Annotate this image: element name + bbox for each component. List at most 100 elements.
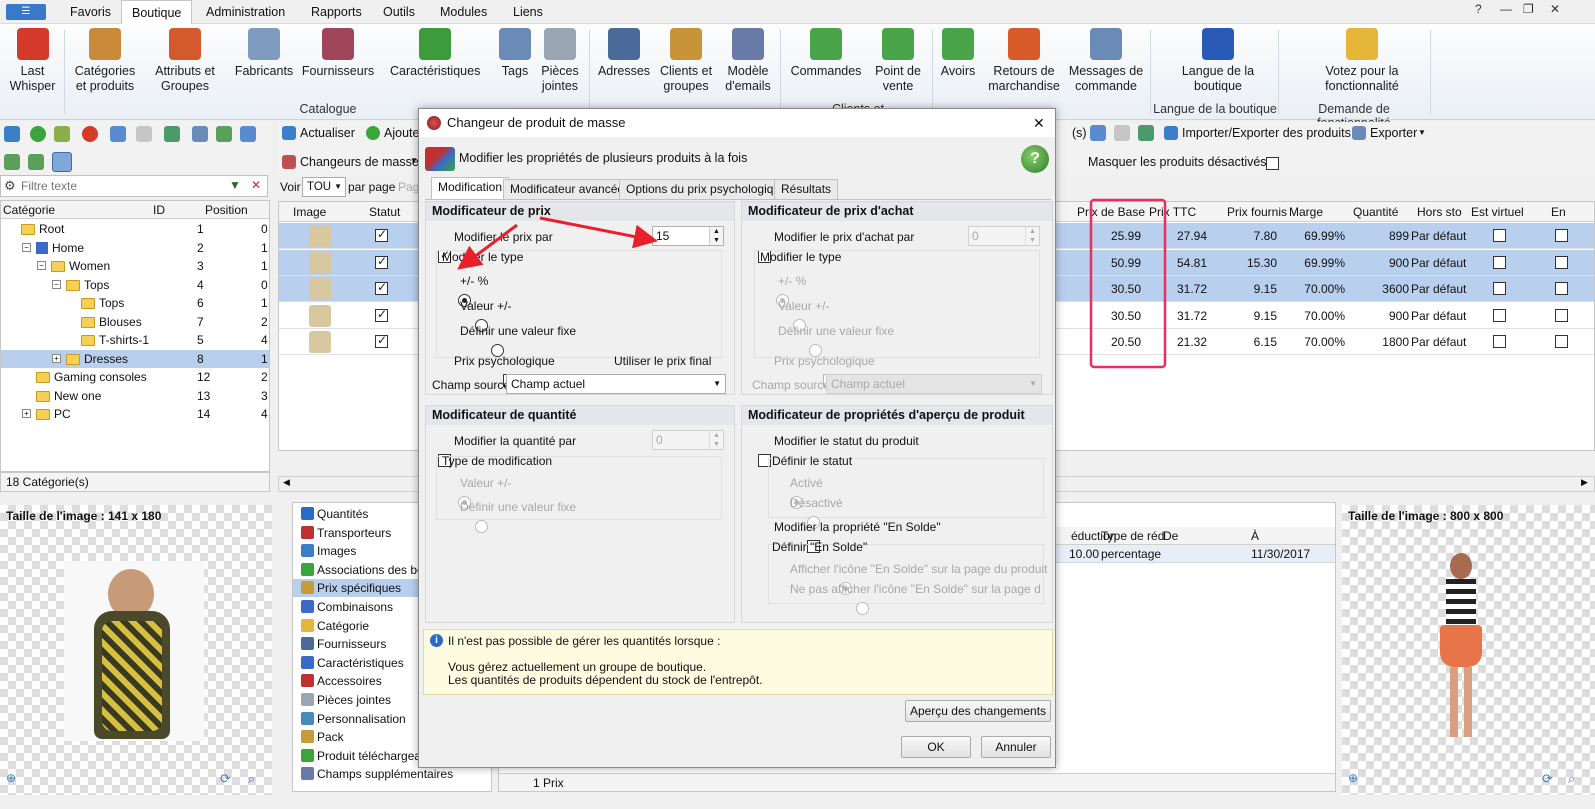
filter-icon[interactable]: ▼ — [229, 178, 241, 192]
en-checkbox[interactable] — [1555, 335, 1568, 348]
status-checkbox[interactable] — [375, 307, 388, 322]
attachments-button[interactable]: Pièces jointes — [538, 28, 582, 94]
tab-rapports[interactable]: Rapports — [301, 0, 372, 24]
close-dialog-icon[interactable]: ✕ — [1033, 109, 1045, 137]
col-virtual[interactable]: Est virtuel — [1471, 205, 1524, 219]
status-checkbox[interactable] — [375, 254, 388, 269]
export-button[interactable]: Exporter — [1370, 126, 1417, 140]
purchase-value-stepper[interactable]: 0 ▲ ▼ — [968, 226, 1040, 246]
tab-modification[interactable]: Modification — [431, 177, 510, 200]
grid-view-icon[interactable] — [52, 152, 72, 172]
move-icon[interactable] — [164, 126, 180, 142]
customers-groups-button[interactable]: Clients et groupes — [656, 28, 716, 94]
suppliers-button[interactable]: Fournisseurs — [300, 28, 376, 79]
hide-disabled-checkbox[interactable] — [1266, 157, 1279, 171]
add-icon[interactable] — [30, 126, 46, 142]
orders-button[interactable]: Commandes — [788, 28, 864, 79]
tab-results[interactable]: Résultats — [774, 179, 839, 199]
tab-liens[interactable]: Liens — [503, 0, 553, 24]
copy-icon[interactable] — [110, 126, 126, 142]
tree-node-blouses[interactable]: Blouses 7 2 — [1, 313, 269, 332]
help-icon[interactable]: ? — [1475, 2, 1482, 16]
tab-outils[interactable]: Outils — [373, 0, 425, 24]
rotate-icon[interactable]: ⟳ — [220, 771, 231, 787]
per-page-select[interactable]: TOU ▼ — [302, 177, 346, 197]
col-out-of-stock[interactable]: Hors sto — [1417, 205, 1462, 219]
tree-node-women[interactable]: − Women 3 1 — [1, 257, 269, 276]
order-messages-button[interactable]: Messages de commande — [1068, 28, 1144, 94]
settings-gear-icon[interactable]: ⚙ — [4, 178, 16, 194]
shop-language-button[interactable]: Langue de la boutique — [1168, 28, 1268, 94]
virtual-checkbox[interactable] — [1493, 335, 1506, 348]
tree-node-gaming-consoles[interactable]: Gaming consoles 12 2 — [1, 368, 269, 387]
status-checkbox[interactable] — [375, 333, 388, 348]
col-en[interactable]: En — [1551, 205, 1566, 219]
virtual-checkbox[interactable] — [1493, 308, 1506, 322]
help-globe-icon[interactable]: ? — [1021, 145, 1049, 173]
attributes-groups-button[interactable]: Attributs et Groupes — [152, 28, 218, 94]
manufacturers-button[interactable]: Fabricants — [232, 28, 296, 79]
email-templates-button[interactable]: Modèle d'emails — [722, 28, 774, 94]
tree-add-icon[interactable] — [4, 154, 20, 170]
tree-node-tops[interactable]: − Tops 4 0 — [1, 276, 269, 295]
delete-icon[interactable] — [82, 126, 98, 142]
price-source-select[interactable]: Champ actuel ▼ — [506, 374, 726, 394]
paste-icon[interactable] — [136, 126, 152, 142]
tab-modules[interactable]: Modules — [430, 0, 497, 24]
refresh-button[interactable]: Actualiser — [300, 126, 355, 140]
clear-filter-icon[interactable]: ✕ — [251, 178, 261, 192]
virtual-checkbox[interactable] — [1493, 282, 1506, 295]
expand-toggle-icon[interactable]: + — [22, 409, 31, 418]
tree-node-home[interactable]: − Home 2 1 — [1, 239, 269, 258]
list-icon[interactable] — [192, 126, 208, 142]
en-checkbox[interactable] — [1555, 229, 1568, 242]
cancel-button[interactable]: Annuler — [981, 736, 1051, 758]
ok-button[interactable]: OK — [901, 736, 971, 758]
add-product-button[interactable]: Ajoute — [384, 126, 419, 140]
purchase-source-select[interactable]: Champ actuel ▼ — [826, 374, 1042, 394]
filter-text-input[interactable] — [21, 177, 221, 195]
tree-child-icon[interactable] — [28, 154, 44, 170]
refresh-icon[interactable] — [4, 126, 20, 142]
expand-toggle-icon[interactable]: − — [22, 242, 31, 252]
en-checkbox[interactable] — [1555, 255, 1568, 269]
expand-toggle-icon[interactable]: − — [52, 279, 61, 289]
tree-node-tops[interactable]: Tops 6 1 — [1, 294, 269, 313]
categories-products-button[interactable]: Catégories et produits — [72, 28, 138, 94]
col-quantity[interactable]: Quantité — [1353, 205, 1398, 219]
status-checkbox[interactable] — [375, 280, 388, 295]
col-base-price[interactable]: Prix de Base — [1077, 205, 1145, 219]
paste-products-icon[interactable] — [1114, 125, 1130, 141]
virtual-checkbox[interactable] — [1493, 229, 1506, 242]
col-margin[interactable]: Marge — [1289, 205, 1323, 219]
last-whisper-button[interactable]: Last Whisper — [5, 28, 60, 94]
right-zoom-level-icon[interactable]: ⊕ — [1348, 771, 1358, 785]
import-export-button[interactable]: Importer/Exporter des produits — [1182, 126, 1351, 140]
tab-boutique[interactable]: Boutique — [121, 0, 193, 24]
features-button[interactable]: Caractéristiques — [390, 28, 480, 79]
col-id[interactable]: ID — [153, 203, 165, 217]
zoom-level-icon[interactable]: ⊕ — [6, 771, 16, 785]
tree-node-root[interactable]: Root 1 0 — [1, 220, 269, 239]
tab-favoris[interactable]: Favoris — [60, 0, 121, 24]
col-price-ttc[interactable]: Prix TTC — [1149, 205, 1196, 219]
point-of-sale-button[interactable]: Point de vente — [870, 28, 926, 94]
status-checkbox[interactable] — [375, 227, 388, 242]
edit-icon[interactable] — [54, 126, 70, 142]
zoom-icon[interactable]: ⌕ — [248, 771, 255, 787]
restore-icon[interactable]: ❐ — [1523, 2, 1534, 16]
sort-down-icon[interactable] — [240, 126, 256, 142]
en-checkbox[interactable] — [1555, 308, 1568, 322]
tab-administration[interactable]: Administration — [196, 0, 295, 24]
tree-node-pc[interactable]: + PC 14 4 — [1, 405, 269, 424]
expand-toggle-icon[interactable]: + — [52, 353, 61, 363]
tab-psychological-options[interactable]: Options du prix psychologique — [619, 179, 794, 199]
credit-slips-button[interactable]: Avoirs — [936, 28, 980, 79]
tree-node-t-shirts-1[interactable]: T-shirts-1 5 4 — [1, 331, 269, 350]
scroll-right-icon[interactable]: ▶ — [1581, 477, 1588, 488]
tree-node-dresses[interactable]: + Dresses 8 1 — [1, 349, 269, 368]
quantity-value-stepper[interactable]: 0 ▲ ▼ — [652, 430, 724, 450]
col-supplier-price[interactable]: Prix fournis — [1227, 205, 1287, 219]
close-window-icon[interactable]: ✕ — [1550, 2, 1560, 16]
move-products-icon[interactable] — [1138, 125, 1154, 141]
